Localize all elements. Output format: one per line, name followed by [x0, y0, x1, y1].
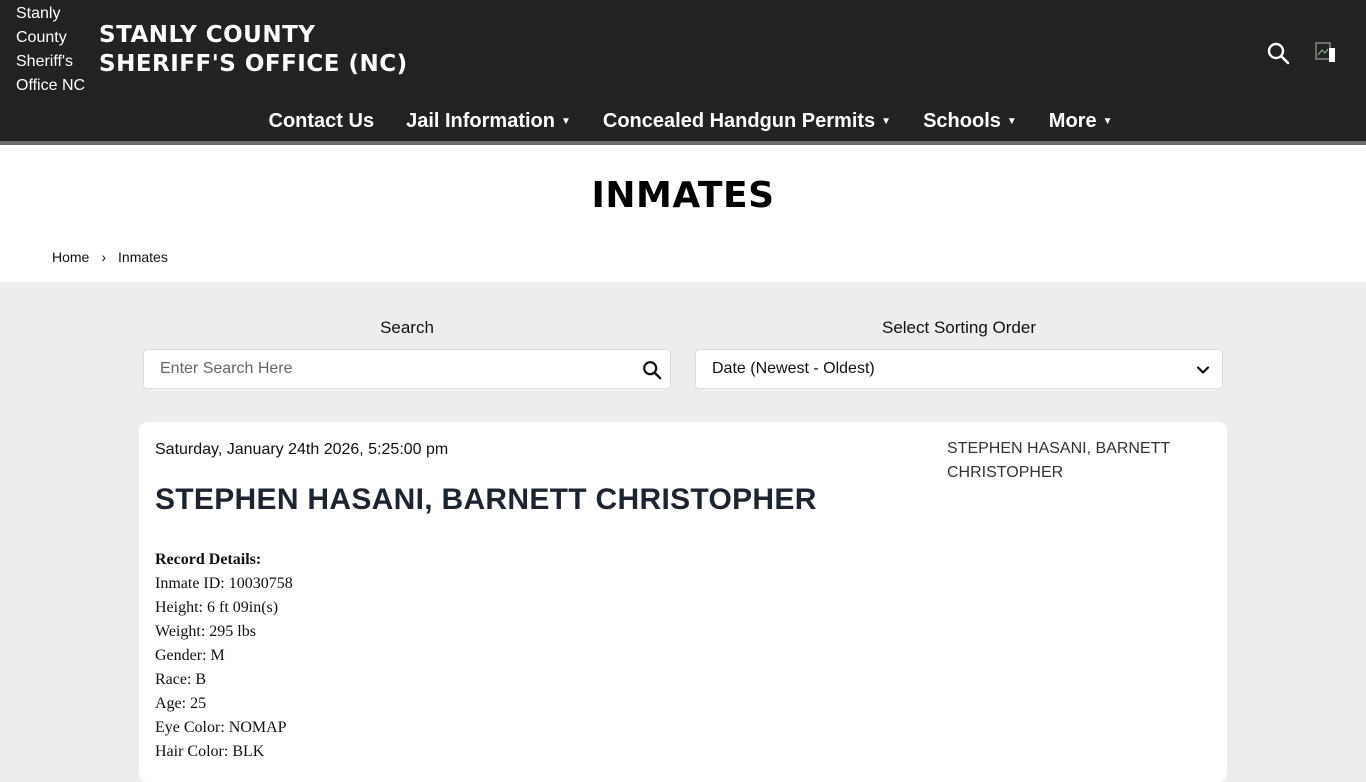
search-icon[interactable]	[642, 360, 662, 380]
main-nav: Contact Us Jail Information ▼ Concealed …	[0, 104, 1366, 138]
nav-label: Concealed Handgun Permits	[602, 109, 876, 132]
inmate-photo-alt-text: STEPHEN HASANI, BARNETT CHRISTOPHER	[947, 440, 1170, 481]
inmate-name[interactable]: STEPHEN HASANI, BARNETT CHRISTOPHER	[155, 483, 817, 517]
breadcrumb-home-link[interactable]: Home	[52, 249, 89, 265]
record-date: Saturday, January 24th 2026, 5:25:00 pm	[155, 441, 449, 458]
sort-order-value: Date (Newest - Oldest)	[712, 360, 875, 377]
detail-gender: Gender: M	[155, 647, 225, 664]
record-details: Record Details: Inmate ID: 10030758 Heig…	[155, 548, 293, 764]
record-details-heading: Record Details:	[155, 551, 262, 568]
sort-order-select[interactable]: Date (Newest - Oldest)	[695, 349, 1223, 389]
search-label: Search	[380, 318, 434, 337]
detail-age: Age: 25	[155, 695, 207, 712]
detail-height: Height: 6 ft 09in(s)	[155, 599, 279, 616]
chevron-down-icon	[1196, 366, 1210, 374]
site-header: Stanly County Sheriff's Office NC STANLY…	[0, 0, 1366, 145]
logo-alt-text: Stanly County Sheriff's Office NC	[16, 5, 86, 94]
caret-down-icon: ▼	[881, 115, 892, 127]
search-icon[interactable]	[1266, 41, 1290, 65]
nav-label: More	[1048, 109, 1097, 132]
site-title-line1: STANLY COUNTY	[99, 22, 316, 48]
search-input[interactable]	[160, 350, 630, 388]
nav-concealed-handgun-permits[interactable]: Concealed Handgun Permits ▼	[603, 110, 891, 133]
nav-label: Jail Information	[406, 109, 555, 132]
breadcrumb-current: Inmates	[118, 249, 168, 265]
search-box	[143, 349, 671, 389]
site-title-line2: SHERIFF'S OFFICE (NC)	[99, 51, 408, 77]
nav-more[interactable]: More ▼	[1049, 110, 1113, 133]
nav-label: Contact Us	[268, 109, 375, 132]
detail-race: Race: B	[155, 671, 207, 688]
breadcrumb: Home › Inmates	[52, 249, 168, 265]
site-title[interactable]: STANLY COUNTY SHERIFF'S OFFICE (NC)	[99, 21, 408, 79]
caret-down-icon: ▼	[560, 115, 571, 127]
detail-eye-color: Eye Color: NOMAP	[155, 719, 287, 736]
logo-image[interactable]: Stanly County Sheriff's Office NC	[16, 2, 94, 98]
broken-image-icon[interactable]	[1315, 42, 1337, 64]
detail-weight: Weight: 295 lbs	[155, 623, 256, 640]
nav-schools[interactable]: Schools ▼	[923, 110, 1017, 133]
caret-down-icon: ▼	[1102, 115, 1113, 127]
nav-contact-us[interactable]: Contact Us	[269, 110, 375, 133]
detail-hair-color: Hair Color: BLK	[155, 743, 265, 760]
nav-label: Schools	[923, 109, 1001, 132]
nav-jail-information[interactable]: Jail Information ▼	[406, 110, 571, 133]
caret-down-icon: ▼	[1006, 115, 1017, 127]
detail-inmate-id: Inmate ID: 10030758	[155, 575, 293, 592]
inmate-record-card: Saturday, January 24th 2026, 5:25:00 pm …	[139, 422, 1227, 782]
page-title: INMATES	[591, 175, 775, 216]
sort-label: Select Sorting Order	[881, 318, 1036, 337]
breadcrumb-separator: ›	[101, 249, 107, 265]
inmate-photo[interactable]: STEPHEN HASANI, BARNETT CHRISTOPHER	[947, 437, 1207, 485]
